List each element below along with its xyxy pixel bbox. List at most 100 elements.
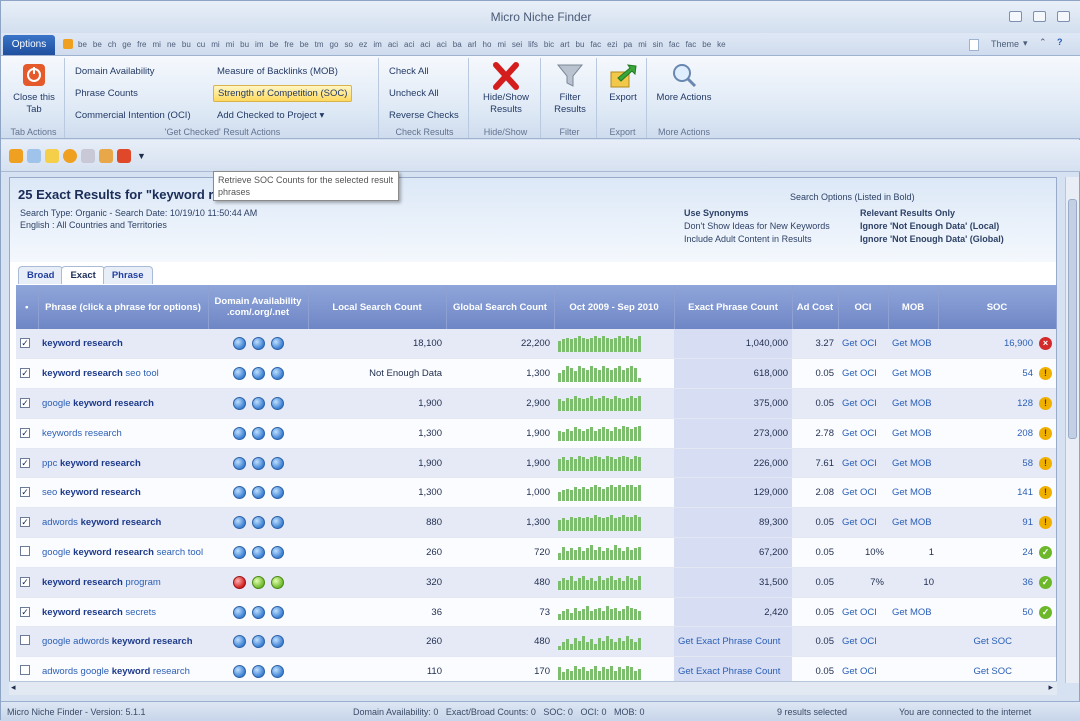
soc-value[interactable]: 54 [1022, 368, 1033, 379]
question-icon[interactable] [251, 337, 265, 351]
mob-value[interactable]: Get MOB [888, 329, 938, 360]
phrase-column-header[interactable]: Phrase (click a phrase for options) [38, 285, 209, 329]
question-icon[interactable] [251, 605, 265, 619]
maximize-button[interactable] [1033, 11, 1046, 22]
search-tab[interactable]: be [699, 37, 714, 53]
question-icon[interactable] [251, 635, 265, 649]
strength-of-competition-button[interactable]: Strength of Competition (SOC) [213, 85, 353, 102]
search-tab[interactable]: bu [237, 37, 252, 53]
table-row[interactable]: ✓ keywords research 1,300 1,900 273,000 2.78 G… [16, 418, 1056, 449]
question-icon[interactable] [251, 367, 265, 381]
soc-value[interactable]: 58 [1022, 458, 1033, 469]
question-icon[interactable] [270, 486, 284, 500]
question-icon[interactable] [270, 396, 284, 410]
settings-icon[interactable] [63, 149, 77, 163]
table-row[interactable]: google keyword research search tool 260 72… [16, 537, 1056, 568]
question-icon[interactable] [232, 605, 246, 619]
question-icon[interactable] [251, 456, 265, 470]
mob-value[interactable]: Get MOB [888, 388, 938, 419]
search-tab[interactable]: art [557, 37, 572, 53]
oci-value[interactable]: Get OCI [838, 388, 888, 419]
row-checkbox-cell[interactable] [16, 626, 38, 658]
tab-broad[interactable]: Broad [18, 266, 64, 284]
search-tab[interactable]: sei [509, 37, 525, 53]
question-icon[interactable] [270, 456, 284, 470]
search-tab[interactable]: mi [150, 37, 164, 53]
mob-value[interactable]: Get MOB [888, 448, 938, 479]
ad-cost-column-header[interactable]: Ad Cost [792, 285, 839, 329]
soc-value[interactable]: 50 [1022, 607, 1033, 618]
oci-value[interactable]: Get OCI [838, 358, 888, 390]
exact-phrase-count[interactable]: Get Exact Phrase Count [674, 626, 792, 658]
soc-value[interactable]: 91 [1022, 517, 1033, 528]
oci-column-header[interactable]: OCI [838, 285, 889, 329]
phrase-link[interactable]: seo keyword research [38, 477, 208, 509]
mob-value[interactable]: Get MOB [888, 477, 938, 509]
backlinks-button[interactable]: Measure of Backlinks (MOB) [213, 64, 342, 79]
row-checkbox-cell[interactable]: ✓ [16, 388, 38, 419]
search-tab[interactable]: ez [356, 37, 370, 53]
row-checkbox[interactable]: ✓ [20, 368, 30, 379]
question-icon[interactable] [232, 456, 246, 470]
commercial-intention-button[interactable]: Commercial Intention (OCI) [71, 108, 195, 123]
table-row[interactable]: google adwords keyword research 260 480 Get… [16, 626, 1056, 658]
folder-icon[interactable] [45, 149, 59, 163]
phrase-link[interactable]: ppc keyword research [38, 448, 208, 479]
row-checkbox[interactable] [20, 665, 30, 676]
reverse-checks-button[interactable]: Reverse Checks [385, 108, 463, 123]
local-count-column-header[interactable]: Local Search Count [308, 285, 447, 329]
search-tab[interactable]: ch [105, 37, 119, 53]
question-icon[interactable] [251, 516, 265, 530]
question-icon[interactable] [251, 486, 265, 500]
row-checkbox-cell[interactable] [16, 537, 38, 568]
row-checkbox[interactable]: ✓ [20, 487, 30, 498]
mob-column-header[interactable]: MOB [888, 285, 939, 329]
search-tab[interactable]: sin [650, 37, 666, 53]
search-tab[interactable]: fac [666, 37, 683, 53]
search-tab[interactable]: cu [194, 37, 208, 53]
question-icon[interactable] [270, 367, 284, 381]
row-checkbox[interactable]: ✓ [20, 457, 30, 468]
mob-value[interactable]: Get MOB [888, 597, 938, 628]
question-icon[interactable] [270, 545, 284, 559]
phrase-link[interactable]: google keyword research [38, 388, 208, 419]
mob-value[interactable]: Get MOB [888, 507, 938, 539]
options-menu-button[interactable]: Options [3, 35, 55, 55]
question-icon[interactable] [251, 396, 265, 410]
row-checkbox[interactable] [20, 545, 30, 556]
close-window-button[interactable] [1057, 11, 1070, 22]
chevron-up-icon[interactable]: ⌃ [1039, 37, 1047, 48]
search-tab[interactable]: fac [587, 37, 604, 53]
table-row[interactable]: ✓ keyword research 18,100 22,200 1,040,000 3.… [16, 329, 1056, 360]
oci-value[interactable]: Get OCI [838, 329, 888, 360]
row-checkbox-cell[interactable]: ✓ [16, 567, 38, 598]
vertical-scrollbar[interactable] [1065, 177, 1079, 683]
available-icon[interactable] [270, 575, 284, 589]
soc-value[interactable]: 36 [1022, 577, 1033, 588]
search-tab[interactable]: mi [494, 37, 508, 53]
mob-value[interactable]: Get MOB [888, 358, 938, 390]
search-tab[interactable]: tm [312, 37, 327, 53]
search-tab[interactable]: go [327, 37, 342, 53]
vertical-scroll-thumb[interactable] [1068, 199, 1077, 439]
question-icon[interactable] [251, 545, 265, 559]
search-tab[interactable]: ezi [604, 37, 620, 53]
oci-value[interactable]: Get OCI [838, 418, 888, 449]
question-icon[interactable] [251, 426, 265, 440]
new-search-icon[interactable] [9, 149, 23, 163]
search-tab[interactable]: aci [417, 37, 433, 53]
row-checkbox[interactable]: ✓ [20, 517, 30, 528]
search-tab[interactable]: mi [635, 37, 649, 53]
row-checkbox[interactable]: ✓ [20, 606, 30, 617]
question-icon[interactable] [232, 337, 246, 351]
theme-menu[interactable]: Theme ▾ ⌃ ? [969, 37, 1079, 53]
question-icon[interactable] [270, 337, 284, 351]
search-tab[interactable]: mi [223, 37, 237, 53]
question-icon[interactable] [232, 516, 246, 530]
trend-column-header[interactable]: Oct 2009 - Sep 2010 [554, 285, 675, 329]
search-tab[interactable]: fre [281, 37, 296, 53]
search-tab[interactable]: im [252, 37, 266, 53]
table-row[interactable]: ✓ ppc keyword research 1,900 1,900 226,000 7.… [16, 448, 1056, 479]
horizontal-scrollbar[interactable]: ◂ ▸ [9, 681, 1057, 695]
search-tab[interactable]: ke [714, 37, 728, 53]
